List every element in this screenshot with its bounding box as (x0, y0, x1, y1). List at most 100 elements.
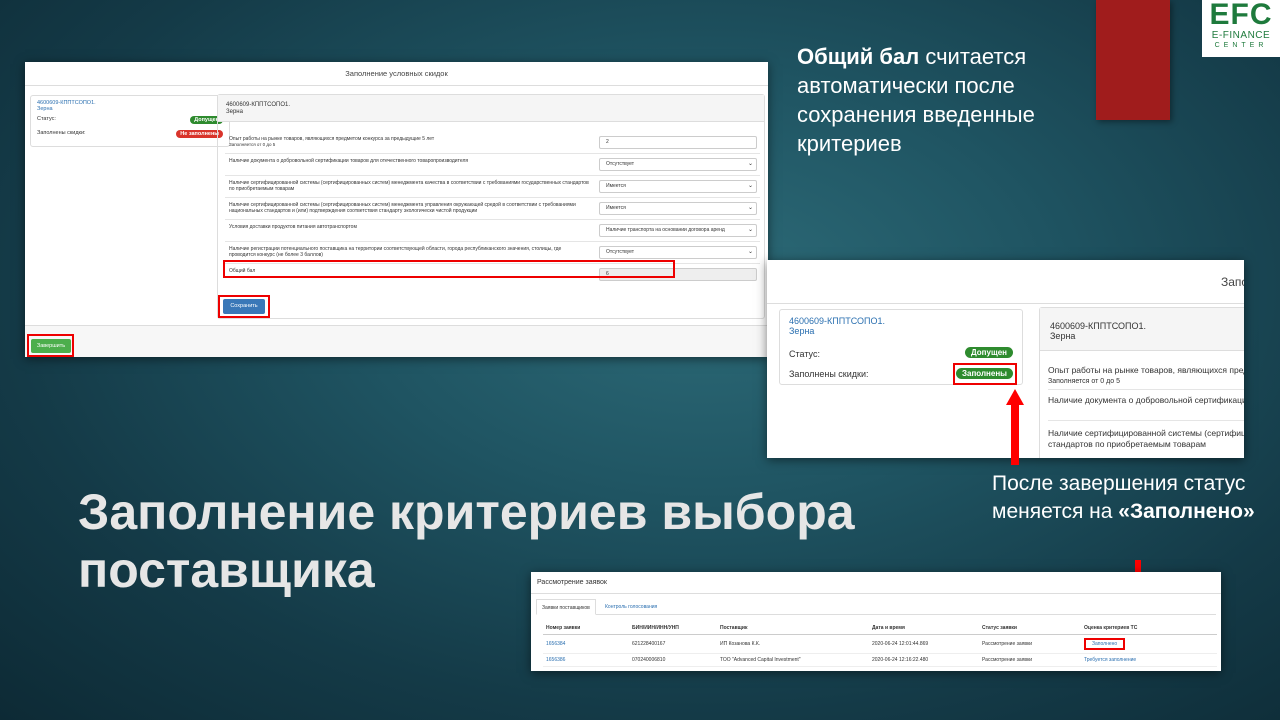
status-label: Статус: (789, 349, 820, 359)
supplier-cell: ИП Козанова К.К. (717, 634, 869, 654)
logo-line1: E-FINANCE (1211, 30, 1271, 41)
column-header: Поставщик (717, 622, 869, 635)
discount-label: Заполнены скидки: (37, 130, 86, 136)
arrow-up-shaft (1011, 405, 1019, 465)
status-cell: Рассмотрение заявки (979, 653, 1081, 667)
criteria-row-experience: Опыт работы на рынке товаров, являющихся… (1048, 362, 1244, 390)
criteria-card: 4600609-КППТСОПО1. Зерна Опыт работы на … (217, 94, 765, 319)
bin-cell: 621228400167 (629, 634, 717, 654)
assessment-cell: Требуется заполнение (1081, 653, 1217, 667)
table-row: 1656386 070240006810 ТОО "Advanced Capit… (543, 653, 1217, 667)
assessment-filled-link[interactable]: Заполнено (1084, 638, 1126, 650)
column-header: Статус заявки (979, 622, 1081, 635)
criteria-row-delivery: Условия доставки продуктов питания автот… (225, 221, 760, 242)
total-score-highlight (223, 260, 675, 278)
lot-name: Зерна (37, 106, 53, 112)
criteria-hint: Заполняется от 0 до 5 (229, 142, 276, 147)
discount-badge: Не заполнены (176, 130, 223, 138)
arrow-up-icon (1006, 389, 1024, 465)
select-value: Наличие транспорта на основании договора… (606, 227, 725, 233)
criteria-row-quality-system: Наличие сертифицированной системы (серти… (225, 177, 760, 198)
chevron-down-icon: ⌄ (747, 227, 753, 233)
lot-code-link[interactable]: 4600609-КППТСОПО1. (789, 316, 885, 326)
criteria-lot-name: Зерна (1050, 331, 1076, 341)
chevron-down-icon: ⌄ (747, 249, 753, 255)
criteria-text-cont: стандартов по приобретаемым товарам (1048, 439, 1207, 449)
tab-voting-control[interactable]: Контроль голосования (600, 599, 662, 615)
environment-system-select[interactable]: Имеется ⌄ (599, 202, 757, 215)
status-badge: Допущен (965, 347, 1013, 358)
criteria-text: Условия доставки продуктов питания автот… (229, 224, 357, 230)
criteria-hint: Заполняется от 0 до 5 (1048, 378, 1120, 385)
applications-review-screenshot: Рассмотрение заявок Заявки поставщиков К… (531, 572, 1221, 671)
column-header: Номер заявки (543, 622, 629, 635)
criteria-lot-code: 4600609-КППТСОПО1. (1050, 321, 1146, 331)
save-button-highlight (218, 295, 270, 318)
criteria-text: Наличие сертифицированной системы (серти… (1048, 428, 1244, 438)
select-value: Имеется (606, 205, 626, 211)
annotation-total-score: Общий бал считается автоматически после … (797, 42, 1097, 158)
criteria-card-head: 4600609-КППТСОПО1. Зерна (218, 95, 764, 122)
column-header: Оценка критериев ТС (1081, 622, 1217, 635)
criteria-row-quality-system: Наличие сертифицированной системы (серти… (1048, 422, 1244, 454)
criteria-text: Наличие сертифицированной системы (серти… (229, 180, 589, 192)
review-header: Рассмотрение заявок (531, 572, 1221, 594)
discount-badge-highlight (953, 363, 1017, 385)
criteria-lot-code: 4600609-КППТСОПО1. (226, 102, 290, 108)
annotation-status-change-bold: «Заполнено» (1118, 500, 1255, 523)
bin-cell: 070240006810 (629, 653, 717, 667)
select-value: Отсутствует (606, 161, 635, 167)
application-number-link[interactable]: 1656386 (543, 653, 629, 667)
table-row: 1656384 621228400167 ИП Козанова К.К. 20… (543, 634, 1217, 654)
supplier-cell: ТОО "Advanced Capital Investment" (717, 653, 869, 667)
arrow-up-head (1006, 389, 1024, 405)
efc-logo: EFC E-FINANCE CENTER (1202, 0, 1280, 57)
criteria-lot-name: Зерна (226, 109, 243, 115)
criteria-row-certificate: Наличие документа о добровольной сертифи… (225, 155, 760, 176)
discount-form-screenshot: Заполнение условных скидок 4600609-КППТС… (25, 62, 768, 357)
lot-name: Зерна (789, 326, 815, 336)
chevron-down-icon: ⌄ (747, 183, 753, 189)
red-ribbon-decoration (1096, 0, 1170, 120)
chevron-down-icon: ⌄ (747, 161, 753, 167)
date-cell: 2020-06-24 12:01:44.869 (869, 634, 979, 654)
lot-summary-card: 4600609-КППТСОПО1. Зерна Статус: Допущен… (30, 95, 230, 147)
date-cell: 2020-06-24 12:16:22.480 (869, 653, 979, 667)
criteria-row-environment-system: Наличие сертифицированной системы (серти… (225, 199, 760, 220)
select-value: Отсутствует (606, 249, 635, 255)
annotation-total-score-bold: Общий бал (797, 44, 920, 69)
annotation-status-change: После завершения статус меняется на «Зап… (992, 470, 1262, 526)
criteria-row-experience: Опыт работы на рынке товаров, являющихся… (225, 133, 760, 154)
chevron-down-icon: ⌄ (747, 205, 753, 211)
status-cell: Рассмотрение заявки (979, 634, 1081, 654)
criteria-card-head: 4600609-КППТСОПО1. Зерна (1040, 308, 1244, 351)
experience-input[interactable]: 2 (599, 136, 757, 149)
column-header: Дата и время (869, 622, 979, 635)
discount-label: Заполнены скидки: (789, 369, 869, 379)
finish-button-highlight (27, 334, 74, 357)
form-footer (25, 325, 768, 357)
applications-table: Номер заявки БИН/ИИН/ИНН/УНП Поставщик Д… (543, 622, 1217, 667)
column-header: БИН/ИИН/ИНН/УНП (629, 622, 717, 635)
logo-line2: CENTER (1214, 42, 1268, 49)
criteria-row-certificate: Наличие документа о добровольной сертифи… (1048, 391, 1244, 421)
registration-select[interactable]: Отсутствует ⌄ (599, 246, 757, 259)
criteria-text: Наличие регистрации потенциального поста… (229, 246, 562, 258)
form-header: Заполнение условных скидок (25, 62, 768, 86)
delivery-select[interactable]: Наличие транспорта на основании договора… (599, 224, 757, 237)
quality-system-select[interactable]: Имеется ⌄ (599, 180, 757, 193)
criteria-card: 4600609-КППТСОПО1. Зерна Опыт работы на … (1039, 307, 1244, 458)
assessment-required-link[interactable]: Требуется заполнение (1084, 657, 1136, 663)
form-header: Запол (767, 260, 1244, 304)
criteria-text: Наличие сертифицированной системы (серти… (229, 202, 576, 214)
review-tabs: Заявки поставщиков Контроль голосования (536, 599, 1216, 615)
table-header-row: Номер заявки БИН/ИИН/ИНН/УНП Поставщик Д… (543, 622, 1217, 635)
application-number-link[interactable]: 1656384 (543, 634, 629, 654)
criteria-text: Опыт работы на рынке товаров, являющихся… (1048, 365, 1244, 375)
criteria-text: Наличие документа о добровольной сертифи… (1048, 395, 1244, 405)
status-label: Статус: (37, 116, 56, 122)
logo-mark: EFC (1209, 0, 1273, 31)
tab-supplier-applications[interactable]: Заявки поставщиков (536, 599, 596, 615)
assessment-cell: Заполнено (1081, 634, 1217, 654)
certificate-select[interactable]: Отсутствует ⌄ (599, 158, 757, 171)
